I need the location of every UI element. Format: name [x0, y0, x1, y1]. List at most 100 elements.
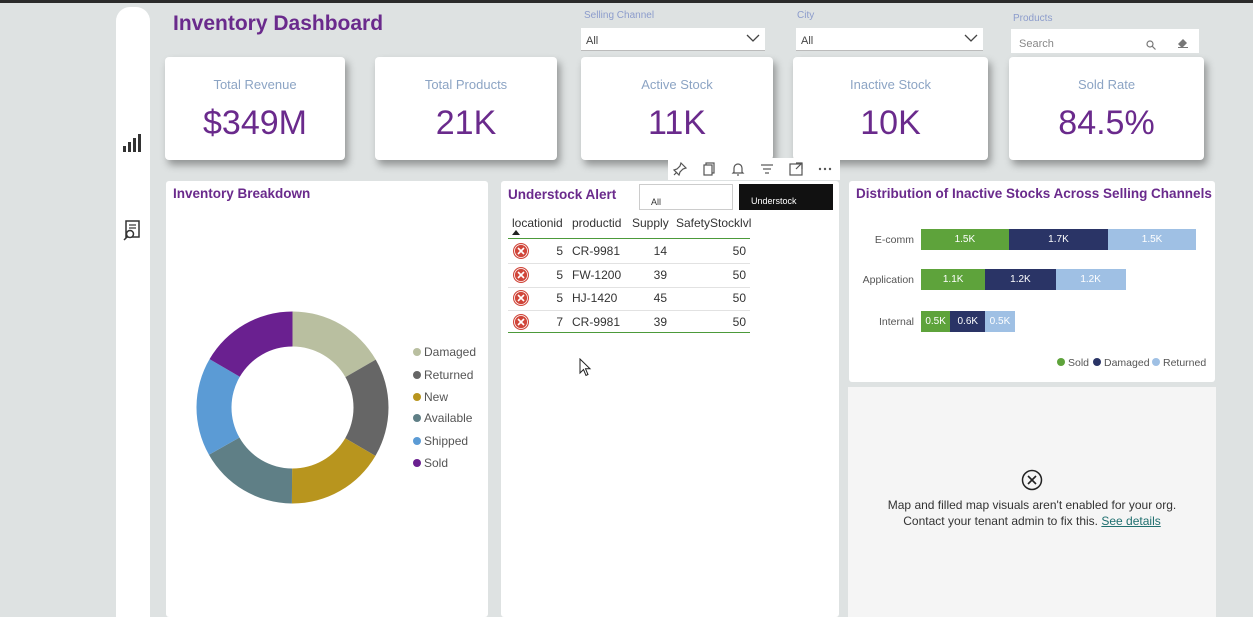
kpi-label: Total Revenue: [213, 77, 297, 92]
kpi-value: 10K: [860, 104, 921, 142]
legend-marker: [1152, 358, 1160, 366]
legend-label: Returned: [1163, 357, 1207, 369]
bar-segment-sold[interactable]: 0.5K: [921, 311, 951, 332]
kpi-value: 11K: [648, 104, 706, 142]
cell-locationid: 5: [556, 291, 563, 305]
column-header-locationid[interactable]: locationid: [512, 216, 563, 230]
city-dropdown[interactable]: All: [796, 28, 983, 51]
cell-locationid: 7: [556, 315, 563, 329]
kpi-label: Sold Rate: [1077, 77, 1136, 92]
bar-segment-sold[interactable]: 1.1K: [921, 269, 986, 290]
category-label: Internal: [878, 316, 914, 328]
kpi-value: $349M: [203, 104, 307, 142]
cell-locationid: 5: [556, 244, 563, 258]
legend-item-sold[interactable]: Sold: [1057, 357, 1089, 369]
bar-segment-returned[interactable]: 0.5K: [985, 311, 1015, 332]
signal-bars-icon[interactable]: [122, 132, 144, 154]
kpi-label: Inactive Stock: [850, 77, 931, 92]
legend-marker: [1057, 358, 1065, 366]
column-header-productid[interactable]: productid: [572, 216, 621, 230]
report-search-icon[interactable]: [122, 219, 144, 241]
legend-item-returned[interactable]: Returned: [413, 368, 473, 382]
bell-icon[interactable]: [730, 161, 746, 177]
bar-segment-damaged[interactable]: 1.7K: [1008, 229, 1109, 250]
error-circle-icon: [1021, 469, 1043, 491]
map-admin-message: Contact your tenant admin to fix this. S…: [848, 514, 1216, 528]
selling-channel-dropdown[interactable]: All: [581, 28, 765, 51]
eraser-icon[interactable]: [1177, 38, 1189, 48]
legend-item-returned[interactable]: Returned: [1152, 357, 1206, 369]
filter-all-button[interactable]: All: [639, 184, 733, 210]
inventory-breakdown-title: Inventory Breakdown: [173, 186, 311, 201]
city-value: All: [801, 35, 814, 47]
error-x-icon: [513, 314, 529, 330]
map-admin-text: Contact your tenant admin to fix this.: [903, 514, 1099, 528]
bar-segment-damaged[interactable]: 1.2K: [985, 269, 1056, 290]
products-label: Products: [1013, 13, 1053, 24]
table-footer-divider: [508, 332, 750, 333]
cell-safetystocklvl: 50: [732, 315, 746, 329]
legend-item-shipped[interactable]: Shipped: [413, 434, 468, 448]
kpi-card-inactive-stock: Inactive Stock 10K: [793, 57, 988, 160]
table-header-divider: [508, 238, 750, 239]
pin-icon[interactable]: [672, 161, 688, 177]
legend-label: Returned: [424, 368, 474, 382]
cell-locationid: 5: [556, 268, 563, 282]
legend-item-new[interactable]: New: [413, 390, 448, 404]
donut-slice-shipped[interactable]: [196, 359, 240, 455]
kpi-value: 21K: [435, 104, 497, 142]
bar-segment-returned[interactable]: 1.5K: [1108, 229, 1196, 250]
cell-supply: 39: [653, 315, 667, 329]
kpi-label: Active Stock: [641, 77, 713, 92]
copy-icon[interactable]: [701, 161, 717, 177]
legend-marker: [413, 348, 421, 356]
legend-marker: [413, 459, 421, 467]
window-top-border: [0, 0, 1253, 3]
donut-slice-returned[interactable]: [345, 359, 389, 456]
kpi-card-active-stock: Active Stock 11K: [581, 57, 773, 160]
kpi-card-sold-rate: Sold Rate 84.5%: [1009, 57, 1204, 160]
more-options-icon[interactable]: [817, 161, 833, 177]
legend-item-available[interactable]: Available: [413, 411, 472, 425]
understock-alert-panel: [501, 181, 839, 617]
cell-supply: 39: [653, 268, 667, 282]
chevron-down-icon: [964, 34, 978, 42]
legend-label: Shipped: [424, 434, 469, 448]
focus-mode-icon[interactable]: [788, 161, 804, 177]
bar-segment-returned[interactable]: 1.2K: [1055, 269, 1126, 290]
legend-label: New: [424, 390, 449, 404]
legend-marker: [413, 393, 421, 401]
legend-item-damaged[interactable]: Damaged: [1093, 357, 1150, 369]
legend-item-damaged[interactable]: Damaged: [413, 345, 476, 359]
kpi-label: Total Products: [424, 77, 508, 92]
filter-icon[interactable]: [759, 161, 775, 177]
legend-marker: [1093, 358, 1101, 366]
cell-safetystocklvl: 50: [732, 244, 746, 258]
see-details-link[interactable]: See details: [1101, 514, 1160, 528]
chevron-down-icon: [746, 34, 760, 42]
column-header-safetystocklvl[interactable]: SafetyStocklvl: [676, 216, 751, 230]
cell-productid: CR-9981: [572, 244, 621, 258]
products-search-input[interactable]: Search: [1011, 29, 1199, 53]
cell-supply: 14: [653, 244, 667, 258]
bar-segment-sold[interactable]: 1.5K: [921, 229, 1009, 250]
selling-channel-value: All: [586, 35, 599, 47]
products-search-placeholder: Search: [1019, 38, 1054, 50]
inventory-donut-chart: [196, 311, 389, 504]
city-label: City: [797, 10, 815, 21]
distribution-title: Distribution of Inactive Stocks Across S…: [856, 186, 1212, 201]
understock-alert-title: Understock Alert: [508, 187, 617, 202]
cell-productid: FW-1200: [572, 268, 622, 282]
column-header-supply[interactable]: Supply: [632, 216, 669, 230]
legend-item-sold[interactable]: Sold: [413, 456, 448, 470]
filter-understock-button[interactable]: Understock: [739, 184, 833, 210]
page-title: Inventory Dashboard: [173, 12, 384, 35]
kpi-card-total-revenue: Total Revenue $349M: [165, 57, 345, 160]
cell-productid: CR-9981: [572, 315, 621, 329]
visual-toolbar: [668, 158, 840, 180]
bar-segment-damaged[interactable]: 0.6K: [950, 311, 986, 332]
legend-label: Available: [424, 411, 473, 425]
mouse-cursor-icon: [579, 358, 592, 377]
legend-label: Sold: [424, 456, 449, 470]
cell-productid: HJ-1420: [572, 291, 618, 305]
